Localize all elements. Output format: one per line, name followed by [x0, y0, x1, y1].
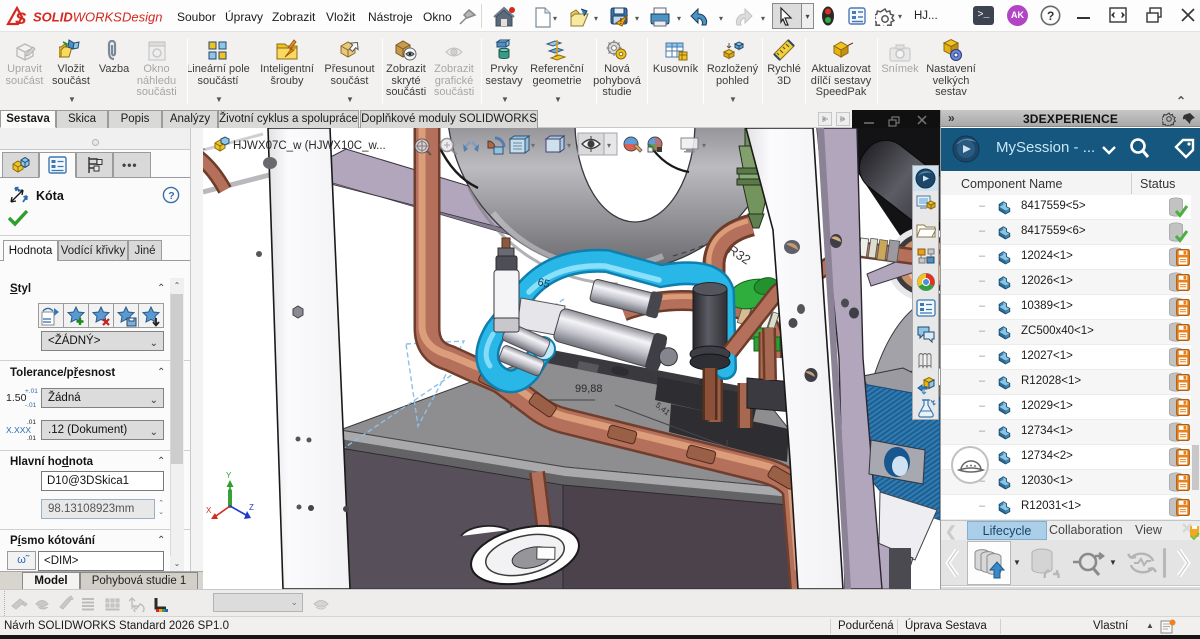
svg-text:▾: ▾: [607, 141, 611, 150]
svg-text:-.01: -.01: [25, 402, 37, 409]
svg-text:X: X: [206, 506, 212, 515]
svg-text:HJWX07C_w (HJWX10C_w...: HJWX07C_w (HJWX10C_w...: [233, 140, 386, 152]
svg-text:SOLIDWORKS: SOLIDWORKS: [33, 10, 122, 25]
svg-text:.01: .01: [27, 419, 36, 426]
svg-text:+.01: +.01: [25, 388, 38, 395]
svg-text:X.XXX: X.XXX: [6, 425, 31, 435]
svg-text:Y: Y: [226, 471, 232, 480]
svg-text:?: ?: [1047, 9, 1054, 23]
svg-text:-: -: [203, 143, 206, 155]
svg-text:!: !: [620, 17, 623, 26]
svg-text:▾: ▾: [531, 141, 535, 150]
svg-text:99,88: 99,88: [575, 383, 603, 395]
svg-text:▾: ▾: [761, 14, 765, 23]
svg-text:▾: ▾: [702, 141, 706, 150]
svg-text:S: S: [15, 9, 27, 28]
svg-text:?: ?: [168, 190, 174, 202]
svg-text:1.50: 1.50: [6, 392, 27, 404]
svg-text:▾: ▾: [567, 141, 571, 150]
svg-text:▾: ▾: [719, 14, 723, 23]
svg-text:.01: .01: [27, 435, 36, 441]
svg-text:▾: ▾: [677, 14, 681, 23]
svg-text:Z: Z: [249, 503, 254, 512]
svg-text:Design: Design: [122, 10, 162, 25]
svg-text:▾: ▾: [635, 14, 639, 23]
svg-text:▾: ▾: [594, 14, 598, 23]
svg-text:▾: ▾: [553, 14, 557, 23]
